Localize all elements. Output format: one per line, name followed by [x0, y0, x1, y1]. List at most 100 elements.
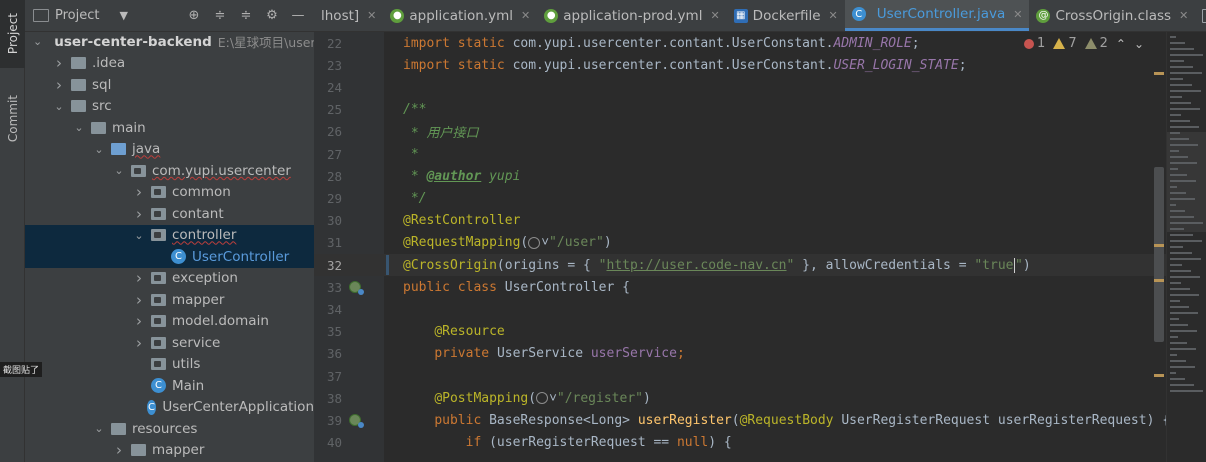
- tree-item[interactable]: › service: [25, 332, 314, 354]
- change-marker[interactable]: [386, 255, 389, 275]
- tree-item[interactable]: C Main: [25, 375, 314, 397]
- tree-item[interactable]: › exception: [25, 268, 314, 290]
- gear-icon[interactable]: ⚙: [264, 8, 280, 24]
- line-number[interactable]: 30: [314, 213, 342, 228]
- line-number[interactable]: 27: [314, 147, 342, 162]
- previous-highlight-icon[interactable]: ⌃: [1116, 37, 1126, 51]
- tree-item[interactable]: utils: [25, 354, 314, 376]
- editor-tab[interactable]: C UserController.java ✕: [844, 0, 1030, 31]
- chevron-down-icon[interactable]: ⌄: [93, 143, 105, 156]
- line-number[interactable]: 23: [314, 58, 342, 73]
- chevron-down-icon[interactable]: ⌄: [133, 229, 145, 242]
- close-tab-icon[interactable]: ✕: [367, 9, 376, 22]
- chevron-down-icon[interactable]: ⌄: [113, 164, 125, 177]
- line-number[interactable]: 35: [314, 324, 342, 339]
- close-tab-icon[interactable]: ✕: [1179, 9, 1188, 22]
- chevron-right-icon[interactable]: ›: [53, 76, 65, 94]
- chevron-right-icon[interactable]: ›: [133, 334, 145, 352]
- chevron-right-icon[interactable]: ›: [133, 312, 145, 330]
- vertical-scrollbar[interactable]: [1154, 32, 1164, 462]
- chevron-right-icon[interactable]: ›: [133, 291, 145, 309]
- code-line[interactable]: 39 public BaseResponse<Long> userRegiste…: [314, 409, 1206, 431]
- chevron-right-icon[interactable]: ›: [133, 183, 145, 201]
- line-number[interactable]: 25: [314, 102, 342, 117]
- chevron-right-icon[interactable]: ›: [133, 205, 145, 223]
- editor-tab[interactable]: ● application.yml ✕: [383, 0, 537, 31]
- weak-warning-count[interactable]: 2: [1084, 36, 1108, 51]
- line-number[interactable]: 31: [314, 235, 342, 250]
- line-number[interactable]: 38: [314, 391, 342, 406]
- tree-item[interactable]: ⌄ src: [25, 96, 314, 118]
- chevron-down-icon[interactable]: ⌄: [33, 35, 42, 48]
- code-line[interactable]: 24: [314, 76, 1206, 98]
- hide-panel-icon[interactable]: —: [290, 8, 306, 24]
- line-number[interactable]: 22: [314, 36, 342, 51]
- warning-marker[interactable]: [1154, 244, 1164, 247]
- inspection-widget[interactable]: 1 7 2 ⌃ ⌄: [1020, 36, 1148, 51]
- tree-item[interactable]: ⌄ com.yupi.usercenter: [25, 160, 314, 182]
- line-number[interactable]: 40: [314, 435, 342, 450]
- code-line[interactable]: 23 import static com.yupi.usercenter.cont…: [314, 54, 1206, 76]
- tree-item[interactable]: ⌄ java: [25, 139, 314, 161]
- line-number[interactable]: 24: [314, 80, 342, 95]
- close-tab-icon[interactable]: ✕: [829, 9, 838, 22]
- code-line[interactable]: 30 @RestController: [314, 210, 1206, 232]
- line-number[interactable]: 34: [314, 302, 342, 317]
- line-number[interactable]: 36: [314, 346, 342, 361]
- tree-item[interactable]: › common: [25, 182, 314, 204]
- close-tab-icon[interactable]: ✕: [1013, 8, 1022, 21]
- line-number[interactable]: 32: [314, 258, 342, 273]
- chevron-right-icon[interactable]: ›: [113, 441, 125, 459]
- code-line[interactable]: 34: [314, 298, 1206, 320]
- chevron-right-icon[interactable]: ›: [53, 54, 65, 72]
- warning-marker[interactable]: [1154, 279, 1164, 282]
- code-line[interactable]: 37: [314, 365, 1206, 387]
- chevron-down-icon[interactable]: ⌄: [53, 100, 65, 113]
- code-line[interactable]: 27 *: [314, 143, 1206, 165]
- code-line[interactable]: 31 @RequestMapping(˅"/user"): [314, 232, 1206, 254]
- project-view-selector[interactable]: Project ▼: [33, 8, 128, 23]
- warning-marker[interactable]: [1154, 72, 1164, 75]
- code-line[interactable]: 26 * 用户接口: [314, 121, 1206, 143]
- tree-item[interactable]: › model.domain: [25, 311, 314, 333]
- tree-item[interactable]: C UserCenterApplication: [25, 397, 314, 419]
- scrollbar-thumb[interactable]: [1154, 167, 1164, 342]
- commit-tool-tab[interactable]: Commit: [0, 84, 25, 154]
- tree-item[interactable]: ⌄ main: [25, 117, 314, 139]
- code-line[interactable]: 28 * @author yupi: [314, 165, 1206, 187]
- locate-file-icon[interactable]: ⊕: [186, 8, 202, 24]
- line-number[interactable]: 37: [314, 369, 342, 384]
- line-number[interactable]: 33: [314, 280, 342, 295]
- chevron-down-icon[interactable]: ⌄: [93, 422, 105, 435]
- code-editor[interactable]: 22 import static com.yupi.usercenter.cont…: [314, 32, 1206, 462]
- project-tool-tab[interactable]: Project: [0, 0, 25, 68]
- tree-item[interactable]: ⌄ resources: [25, 418, 314, 440]
- line-number[interactable]: 29: [314, 191, 342, 206]
- editor-tab[interactable]: ● application-prod.yml ✕: [537, 0, 726, 31]
- spring-bean-gutter-icon[interactable]: [349, 414, 364, 429]
- editor-tab[interactable]: ▦ Dockerfile ✕: [727, 0, 845, 31]
- code-minimap[interactable]: [1166, 32, 1206, 462]
- editor-tab[interactable]: @ CrossOrigin.class ✕: [1029, 0, 1195, 31]
- tree-item[interactable]: ⌄ controller: [25, 224, 314, 246]
- code-line[interactable]: 29 */: [314, 187, 1206, 209]
- tree-item[interactable]: C UserController: [25, 246, 314, 268]
- globe-icon[interactable]: [536, 392, 549, 405]
- warning-marker[interactable]: [1154, 374, 1164, 377]
- tree-item[interactable]: › mapper: [25, 289, 314, 311]
- close-tab-icon[interactable]: ✕: [521, 9, 530, 22]
- code-line[interactable]: 33 public class UserController {: [314, 276, 1206, 298]
- code-line[interactable]: 25 /**: [314, 99, 1206, 121]
- line-number[interactable]: 28: [314, 169, 342, 184]
- tree-item[interactable]: › .idea: [25, 53, 314, 75]
- next-highlight-icon[interactable]: ⌄: [1134, 37, 1144, 51]
- code-line[interactable]: 35 @Resource: [314, 321, 1206, 343]
- close-tab-icon[interactable]: ✕: [710, 9, 719, 22]
- globe-icon[interactable]: [528, 236, 541, 249]
- line-number[interactable]: 39: [314, 413, 342, 428]
- collapse-all-icon[interactable]: ≑: [238, 8, 254, 24]
- expand-all-icon[interactable]: ≑: [212, 8, 228, 24]
- editor-tab[interactable]: lhost] ✕: [314, 0, 383, 31]
- tree-item[interactable]: › sql: [25, 74, 314, 96]
- tree-item[interactable]: › contant: [25, 203, 314, 225]
